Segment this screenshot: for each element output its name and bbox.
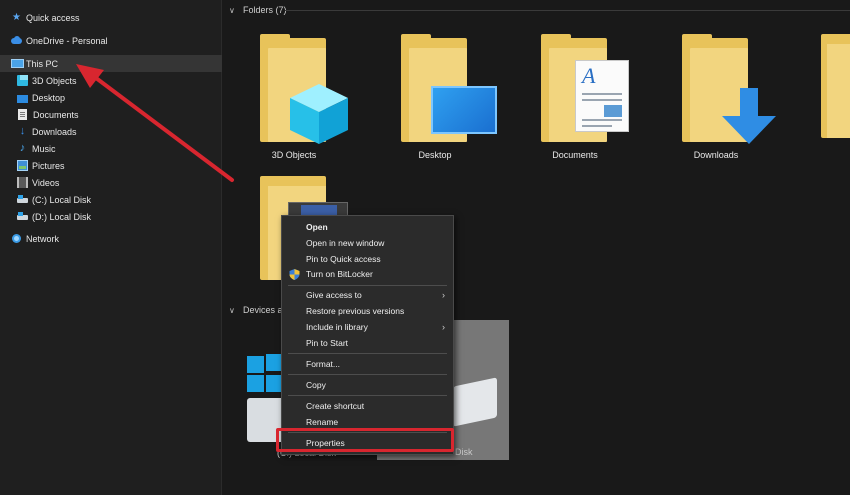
menu-item-bitlocker[interactable]: Turn on BitLocker: [282, 267, 453, 282]
properties-highlight-box: [276, 428, 454, 452]
menu-item-label: Include in library: [306, 322, 368, 332]
context-menu: Open Open in new window Pin to Quick acc…: [281, 215, 454, 455]
menu-separator: [288, 374, 447, 375]
folder-partial[interactable]: [821, 34, 850, 138]
sidebar-item-label: OneDrive - Personal: [26, 35, 108, 46]
network-icon: [11, 233, 22, 244]
folder-downloads[interactable]: Downloads: [682, 34, 782, 168]
sidebar-item-documents[interactable]: Documents: [0, 106, 222, 123]
cloud-icon: [11, 35, 22, 46]
chevron-right-icon: ›: [442, 290, 445, 300]
menu-item-open[interactable]: Open: [282, 220, 453, 235]
menu-item-format[interactable]: Format...: [282, 357, 453, 372]
document-page-icon: A: [575, 60, 629, 132]
filmstrip-icon: [288, 202, 348, 216]
computer-icon: [11, 58, 24, 69]
music-icon: ♪: [19, 142, 26, 154]
navigation-pane: ★ Quick access OneDrive - Personal This …: [0, 0, 222, 495]
sidebar-item-desktop[interactable]: Desktop: [0, 89, 222, 106]
document-icon: [18, 109, 27, 120]
menu-separator: [288, 353, 447, 354]
cube-icon: [17, 75, 28, 86]
sidebar-item-3d-objects[interactable]: 3D Objects: [0, 72, 222, 89]
sidebar-item-label: Music: [32, 143, 56, 154]
sidebar-item-quick-access[interactable]: ★ Quick access: [0, 9, 222, 26]
menu-separator: [288, 395, 447, 396]
sidebar-item-label: 3D Objects: [32, 75, 77, 86]
menu-item-label: Give access to: [306, 290, 362, 300]
star-icon: ★: [12, 12, 21, 23]
folder-desktop[interactable]: Desktop: [401, 34, 501, 168]
folder-label: Documents: [552, 150, 598, 160]
sidebar-item-label: (D:) Local Disk: [32, 211, 92, 222]
sidebar-item-d-drive[interactable]: (D:) Local Disk: [0, 208, 222, 225]
folder-label: Downloads: [693, 150, 739, 160]
folders-group-title: Folders (7): [243, 5, 287, 15]
sidebar-item-c-drive[interactable]: (C:) Local Disk: [0, 191, 222, 208]
menu-item-create-shortcut[interactable]: Create shortcut: [282, 399, 453, 414]
sidebar-item-label: Quick access: [26, 12, 80, 23]
sidebar-item-onedrive[interactable]: OneDrive - Personal: [0, 32, 222, 49]
sidebar-item-label: Pictures: [32, 160, 65, 171]
image-thumbnail: [604, 105, 622, 117]
folder-label: 3D Objects: [271, 150, 317, 160]
folders-group-header[interactable]: ∨ Folders (7): [229, 5, 287, 15]
sidebar-item-this-pc[interactable]: This PC: [0, 55, 222, 72]
pictures-icon: [17, 160, 28, 171]
group-divider: [285, 10, 850, 11]
sidebar-item-label: Documents: [33, 109, 79, 120]
sidebar-item-music[interactable]: ♪ Music: [0, 140, 222, 157]
menu-item-copy[interactable]: Copy: [282, 378, 453, 393]
folder-3d-objects[interactable]: 3D Objects: [260, 34, 360, 168]
text-line: [582, 93, 622, 95]
arrow-shaft: [740, 88, 758, 118]
text-line: [582, 99, 622, 101]
windows-logo-tile: [247, 375, 264, 392]
sidebar-item-label: Desktop: [32, 92, 66, 103]
sidebar-item-label: (C:) Local Disk: [32, 194, 92, 205]
folder-label: Desktop: [418, 150, 452, 160]
sidebar-item-pictures[interactable]: Pictures: [0, 157, 222, 174]
menu-item-open-new-window[interactable]: Open in new window: [282, 236, 453, 251]
drive-icon: [17, 194, 28, 205]
menu-item-include-library[interactable]: Include in library ›: [282, 320, 453, 335]
download-icon: ↓: [19, 125, 26, 137]
text-line: [582, 125, 612, 127]
sidebar-item-label: Videos: [32, 177, 60, 188]
sidebar-item-videos[interactable]: Videos: [0, 174, 222, 191]
menu-item-pin-quick-access[interactable]: Pin to Quick access: [282, 252, 453, 267]
sidebar-item-label: Downloads: [32, 126, 77, 137]
desktop-icon: [431, 86, 497, 134]
desktop-icon: [17, 94, 28, 103]
drive-label: Disk: [455, 447, 473, 457]
sidebar-item-downloads[interactable]: ↓ Downloads: [0, 123, 222, 140]
folder-documents[interactable]: A Documents: [541, 34, 641, 168]
windows-logo-tile: [247, 356, 264, 373]
sidebar-item-label: Network: [26, 233, 60, 244]
chevron-down-icon: ∨: [229, 5, 235, 15]
chevron-right-icon: ›: [442, 322, 445, 332]
letter-a-glyph: A: [582, 63, 596, 88]
menu-item-restore-versions[interactable]: Restore previous versions: [282, 304, 453, 319]
menu-item-give-access[interactable]: Give access to ›: [282, 288, 453, 303]
chevron-down-icon: ∨: [229, 305, 235, 315]
drive-icon: [17, 211, 28, 222]
menu-item-pin-start[interactable]: Pin to Start: [282, 336, 453, 351]
arrow-head: [722, 116, 776, 144]
cube-icon: [290, 84, 348, 144]
menu-item-label: Turn on BitLocker: [306, 269, 373, 279]
videos-icon: [17, 177, 28, 188]
sidebar-item-network[interactable]: Network: [0, 230, 222, 247]
text-line: [582, 119, 622, 121]
drive-icon: [453, 377, 497, 427]
shield-icon: [289, 269, 300, 280]
menu-separator: [288, 285, 447, 286]
sidebar-item-label: This PC: [26, 58, 59, 69]
